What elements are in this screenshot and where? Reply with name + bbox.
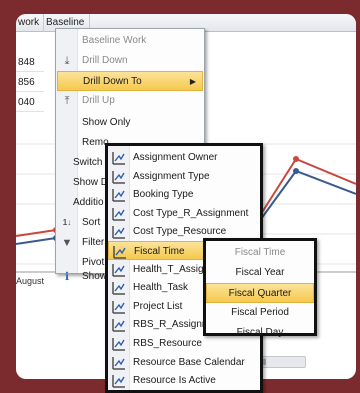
dimension-menu-item-label: Health_T_Assign <box>133 263 210 275</box>
menu-item-drill-down-to[interactable]: Drill Down To ▶ <box>57 71 203 91</box>
dimension-menu-item-label: Assignment Type <box>133 170 210 182</box>
dimension-menu-item[interactable]: Resource Is Active <box>108 371 260 390</box>
sort-icon: 1↓ <box>62 218 72 227</box>
line-chart-icon <box>112 188 126 202</box>
menu-item-show-only[interactable]: Show Only <box>57 113 203 133</box>
line-chart-icon <box>112 281 126 295</box>
dimension-menu-item[interactable]: Resource Base Calendar <box>108 353 260 372</box>
drill-up-icon: ⤒ <box>64 95 70 107</box>
line-chart-icon <box>112 170 126 184</box>
line-chart-icon <box>112 337 126 351</box>
dimension-menu-item-label: Health_Task <box>133 282 189 294</box>
dimension-menu-item-label: Booking Type <box>133 189 194 201</box>
dimension-menu-item-label: Resource Is Active <box>133 375 216 387</box>
line-chart-icon <box>112 374 126 388</box>
line-chart-icon <box>112 300 126 314</box>
line-chart-icon <box>112 356 126 370</box>
line-chart-icon <box>112 263 126 277</box>
line-chart-icon <box>112 151 126 165</box>
chart-point <box>293 168 299 174</box>
menu-item-drill-up[interactable]: ⤒ Drill Up <box>57 91 203 111</box>
scrollbar-grip-icon[interactable]: ⦀ <box>263 358 267 368</box>
dimension-menu-item[interactable]: Booking Type <box>108 185 260 204</box>
menu-item-fiscal-quarter[interactable]: Fiscal Quarter <box>206 283 314 303</box>
menu-item-fiscal-day[interactable]: Fiscal Day <box>206 323 314 343</box>
dimension-menu-item-label: Fiscal Time <box>134 246 185 257</box>
line-chart-icon <box>112 207 126 221</box>
dimension-menu-item-label: Resource Base Calendar <box>133 356 245 368</box>
fiscal-time-submenu: Fiscal Time Fiscal Year Fiscal Quarter F… <box>203 238 317 338</box>
drill-down-icon: ⤓ <box>64 55 70 67</box>
fiscal-menu-header: Fiscal Time <box>234 247 286 258</box>
dimension-menu-item-label: Cost Type_R_Assignment <box>133 207 249 219</box>
submenu-arrow-icon: ▶ <box>189 77 196 86</box>
dimension-menu-item[interactable]: Assignment Type <box>108 167 260 186</box>
menu-item-drill-down[interactable]: ⤓ Drill Down <box>57 51 203 71</box>
chart-series-red-right <box>260 157 356 215</box>
menu-header-baseline-work: Baseline Work <box>82 35 147 46</box>
line-chart-icon <box>112 225 126 240</box>
dimension-menu-item[interactable]: Assignment Owner <box>108 148 260 167</box>
dimension-menu-item[interactable]: Cost Type_R_Assignment <box>108 204 260 223</box>
dimension-menu-item-label: Project List <box>133 300 183 312</box>
axis-label-august: August <box>16 276 45 286</box>
menu-item-fiscal-year[interactable]: Fiscal Year <box>206 263 314 283</box>
info-icon: ℹ <box>64 271 70 283</box>
chart-series-red <box>16 229 57 237</box>
line-chart-icon <box>113 245 127 259</box>
menu-item-fiscal-period[interactable]: Fiscal Period <box>206 303 314 323</box>
filter-icon: ▼ <box>61 237 73 249</box>
chart-series-blue <box>16 237 57 245</box>
line-chart-icon <box>112 318 126 333</box>
dimension-menu-item-label: RBS_Resource <box>133 338 202 349</box>
dimension-menu-item-label: Assignment Owner <box>133 152 218 163</box>
chart-point <box>293 156 299 162</box>
